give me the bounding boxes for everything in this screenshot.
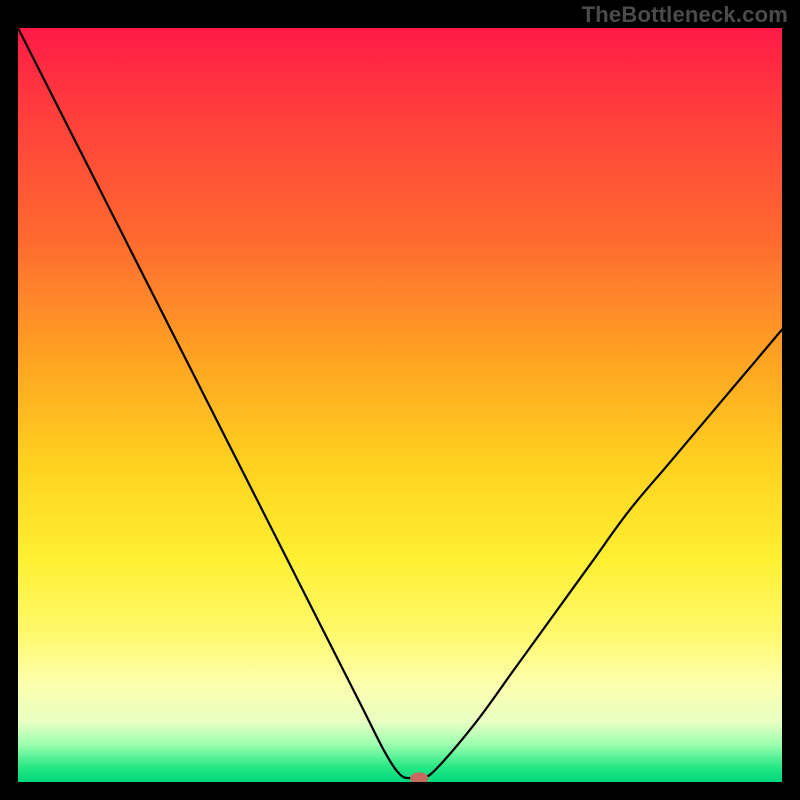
optimal-point-marker <box>410 772 428 782</box>
bottleneck-curve <box>18 28 782 779</box>
chart-frame: TheBottleneck.com <box>0 0 800 800</box>
plot-area <box>18 28 782 782</box>
watermark-text: TheBottleneck.com <box>582 2 788 28</box>
curve-layer <box>18 28 782 782</box>
